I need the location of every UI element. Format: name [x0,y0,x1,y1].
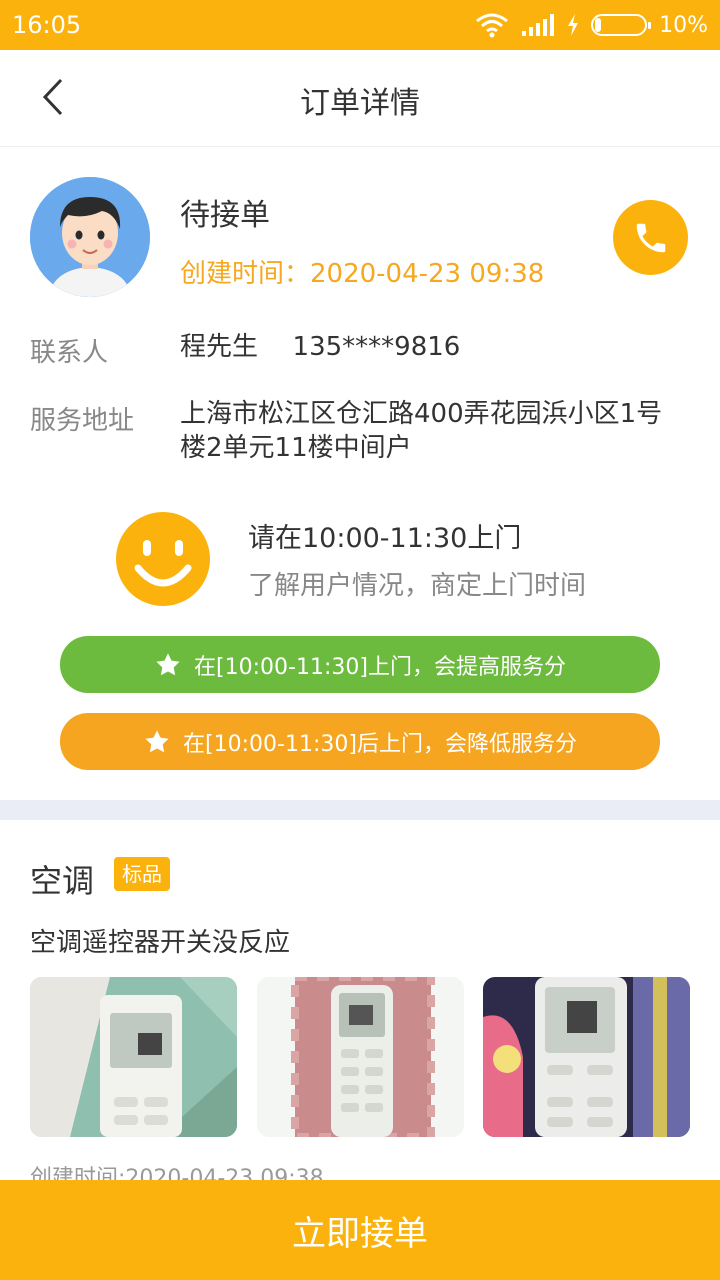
signal-icon [522,14,555,36]
on-time-tip-text: 在[10:00-11:30]上门，会提高服务分 [194,654,566,680]
phone-icon [636,223,665,252]
remote-photo-3[interactable] [483,977,690,1137]
charging-icon [568,14,579,36]
user-avatar-icon [30,177,150,297]
status-bar: 16:05 10% [0,0,720,50]
problem-description: 空调遥控器开关没反应 [30,928,291,958]
wifi-icon [476,13,509,38]
page-title: 订单详情 [300,86,420,121]
star-icon [156,652,180,675]
product-tag-badge: 标品 [114,857,170,891]
address-value: 上海市松江区仓汇路400弄花园浜小区1号楼2单元11楼中间户 [180,399,663,463]
remote-photo-1[interactable] [30,977,237,1137]
section-divider [0,800,720,820]
header: 订单详情 [0,50,720,147]
contact-label: 联系人 [30,338,109,368]
remote-photo-2[interactable] [257,977,464,1137]
call-button[interactable] [613,200,688,275]
product-name: 空调 [30,862,95,900]
status-icons: 10% [475,12,708,38]
address-label: 服务地址 [30,406,135,436]
late-tip: 在[10:00-11:30]后上门，会降低服务分 [60,713,660,770]
accept-order-button[interactable]: 立即接单 [0,1180,720,1280]
battery-percent: 10% [659,12,708,38]
battery-icon [591,14,652,36]
status-time: 16:05 [12,11,82,39]
order-created-time: 创建时间：2020-04-23 09:38 [180,259,545,289]
battery-fill [595,18,602,32]
late-tip-text: 在[10:00-11:30]后上门，会降低服务分 [183,731,577,757]
order-status: 待接单 [180,198,270,233]
on-time-tip: 在[10:00-11:30]上门，会提高服务分 [60,636,660,693]
visit-window-subtitle: 了解用户情况，商定上门时间 [248,571,587,601]
contact-name: 程先生 [180,332,259,362]
visit-window-title: 请在10:00-11:30上门 [248,523,522,554]
star-icon [145,729,169,752]
contact-phone: 135****9816 [292,332,461,362]
avatar [30,177,150,297]
smile-icon [116,512,210,606]
contact-value: 程先生 135****9816 [180,330,460,364]
